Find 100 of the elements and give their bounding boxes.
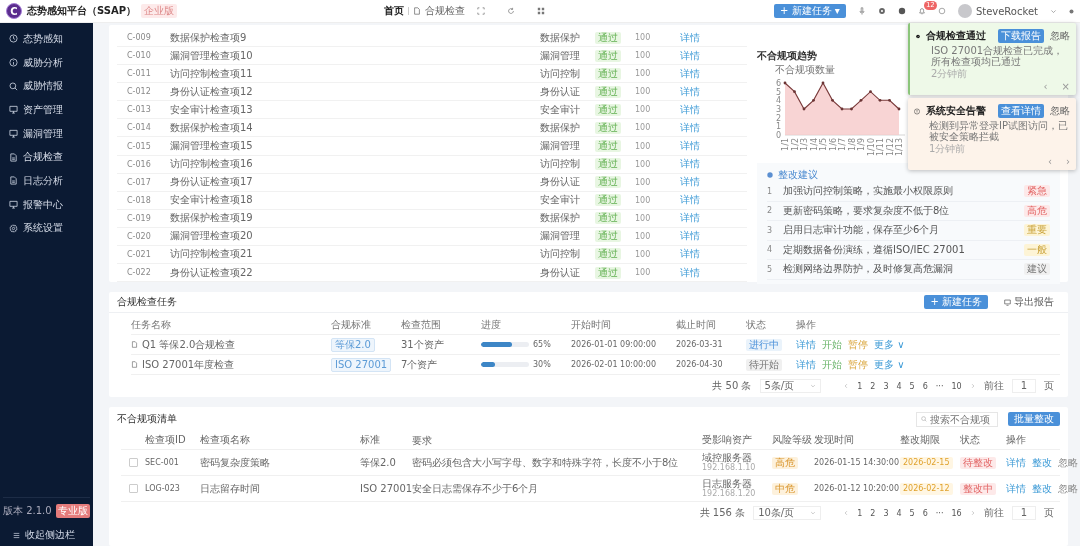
action-link[interactable]: 详情 [796, 357, 816, 372]
details-link[interactable]: 详情 [680, 211, 700, 226]
details-link[interactable]: 详情 [680, 157, 700, 172]
action-link[interactable]: 整改 [1032, 455, 1052, 470]
sidebar-item[interactable]: 日志分析 [0, 169, 93, 193]
breadcrumb-link[interactable]: 首页 [384, 4, 404, 18]
toast-nav-button[interactable]: › [1066, 156, 1070, 167]
page-button[interactable]: 1 [857, 508, 863, 518]
chevron-left-icon[interactable] [843, 383, 850, 389]
y-tick-label: 1 [775, 122, 781, 132]
toast-action-button[interactable]: 下载报告 [998, 29, 1044, 43]
action-link[interactable]: 开始 [822, 357, 842, 372]
action-link[interactable]: 暂停 [848, 337, 868, 352]
action-link[interactable]: 更多 ∨ [874, 357, 905, 372]
page-input[interactable]: 1 [1011, 506, 1036, 520]
page-button[interactable]: 10 [951, 381, 962, 391]
table-cell-text: 数据保护 [540, 30, 581, 45]
new-task-button[interactable]: + 新建任务 [924, 295, 988, 309]
bell-icon[interactable] [917, 7, 926, 15]
suggestion-text: 检测网络边界防护，及时修复高危漏洞 [783, 262, 954, 277]
sidebar-item[interactable]: 合规检查 [0, 145, 93, 170]
sidebar-item[interactable]: 报警中心 [0, 192, 93, 217]
sidebar-item[interactable]: 漏洞管理 [0, 121, 93, 146]
sidebar-item[interactable]: 态势感知 [0, 27, 93, 51]
goto-label: 前往 [983, 379, 1004, 393]
toast-action-button[interactable]: 查看详情 [998, 104, 1044, 118]
details-link[interactable]: 详情 [680, 193, 700, 208]
new-task-button[interactable]: + 新建任务 ▾ [774, 4, 846, 18]
chevron-right-icon[interactable] [969, 383, 976, 389]
details-link[interactable]: 详情 [680, 175, 700, 190]
grid-icon[interactable] [537, 7, 545, 15]
details-link[interactable]: 详情 [680, 84, 700, 99]
breadcrumb-link[interactable]: 合规检查 [425, 4, 465, 18]
row-checkbox[interactable] [128, 484, 138, 493]
page-button[interactable]: 2 [870, 381, 876, 391]
fullscreen-icon[interactable] [477, 7, 485, 15]
user-name[interactable]: SteveRocket [975, 5, 1038, 17]
help-icon[interactable] [897, 7, 906, 15]
sidebar-item[interactable]: 系统设置 [0, 216, 93, 241]
search-field[interactable]: 搜索不合规项 [916, 411, 998, 427]
details-link[interactable]: 详情 [680, 229, 700, 244]
sidebar-item[interactable]: 威胁情报 [0, 74, 93, 99]
page-button[interactable]: 6 [922, 508, 928, 518]
details-link[interactable]: 详情 [680, 139, 700, 153]
action-link[interactable]: 详情 [1006, 481, 1026, 496]
action-link[interactable]: 详情 [796, 337, 816, 352]
details-link[interactable]: 详情 [680, 265, 700, 280]
action-link[interactable]: 详情 [1006, 455, 1026, 470]
collapse-sidebar-button[interactable]: 收起侧边栏 [13, 528, 90, 542]
details-link[interactable]: 详情 [680, 247, 700, 262]
dismiss-link[interactable]: 忽略 [1050, 29, 1070, 43]
sidebar-item[interactable]: 资产管理 [0, 98, 93, 122]
microphone-icon[interactable] [857, 7, 866, 15]
page-size-select[interactable]: 5条/页 [759, 379, 822, 393]
page-button[interactable]: 16 [951, 508, 962, 518]
toast-nav-button[interactable]: ‹ [1043, 81, 1048, 92]
action-link[interactable]: 更多 ∨ [874, 337, 905, 352]
toast-nav-button[interactable]: ‹ [1048, 156, 1052, 167]
page-button[interactable]: 4 [896, 508, 902, 518]
settings-icon[interactable] [877, 7, 886, 15]
row-checkbox[interactable] [128, 458, 138, 467]
page-button[interactable]: 3 [883, 508, 889, 518]
table-cell-text: C-013 [126, 105, 152, 115]
circle-icon[interactable] [937, 7, 946, 15]
data-point [821, 81, 825, 85]
page-button[interactable]: 4 [896, 381, 902, 391]
dismiss-link[interactable]: 忽略 [1050, 104, 1070, 118]
batch-fix-button[interactable]: 批量整改 [1008, 412, 1060, 426]
chevron-down-icon[interactable] [1050, 7, 1057, 15]
page-button[interactable]: 3 [883, 381, 889, 391]
action-link[interactable]: 整改 [1032, 481, 1052, 496]
sidebar-item[interactable]: 威胁分析 [0, 50, 93, 75]
details-link[interactable]: 详情 [680, 120, 700, 135]
details-link[interactable]: 详情 [680, 30, 700, 45]
chevron-left-icon[interactable] [843, 510, 850, 516]
page-button[interactable]: ··· [935, 381, 944, 391]
monitor-icon [1004, 298, 1011, 306]
details-link[interactable]: 详情 [680, 66, 700, 81]
details-link[interactable]: 详情 [680, 48, 700, 63]
chevron-right-icon[interactable] [969, 510, 976, 516]
action-link[interactable]: 开始 [822, 337, 842, 352]
action-link[interactable]: 暂停 [848, 357, 868, 372]
export-button[interactable]: 导出报告 [998, 295, 1060, 309]
page-button[interactable]: 2 [870, 508, 876, 518]
page-size-select[interactable]: 10条/页 [753, 506, 822, 520]
action-link[interactable]: 忽略 [1058, 455, 1078, 470]
table-cell-text: C-019 [126, 213, 152, 223]
refresh-icon[interactable] [507, 7, 515, 15]
avatar-icon[interactable] [957, 4, 972, 18]
status-tag: 通过 [595, 31, 621, 44]
page-input[interactable]: 1 [1011, 379, 1036, 393]
page-button[interactable]: 5 [909, 508, 915, 518]
list-number: 5 [767, 264, 774, 274]
page-button[interactable]: 1 [857, 381, 863, 391]
page-button[interactable]: 5 [909, 381, 915, 391]
details-link[interactable]: 详情 [680, 102, 700, 117]
toast-nav-button[interactable]: × [1061, 81, 1070, 92]
action-link[interactable]: 忽略 [1058, 481, 1078, 496]
page-button[interactable]: 6 [922, 381, 928, 391]
page-button[interactable]: ··· [935, 508, 944, 518]
